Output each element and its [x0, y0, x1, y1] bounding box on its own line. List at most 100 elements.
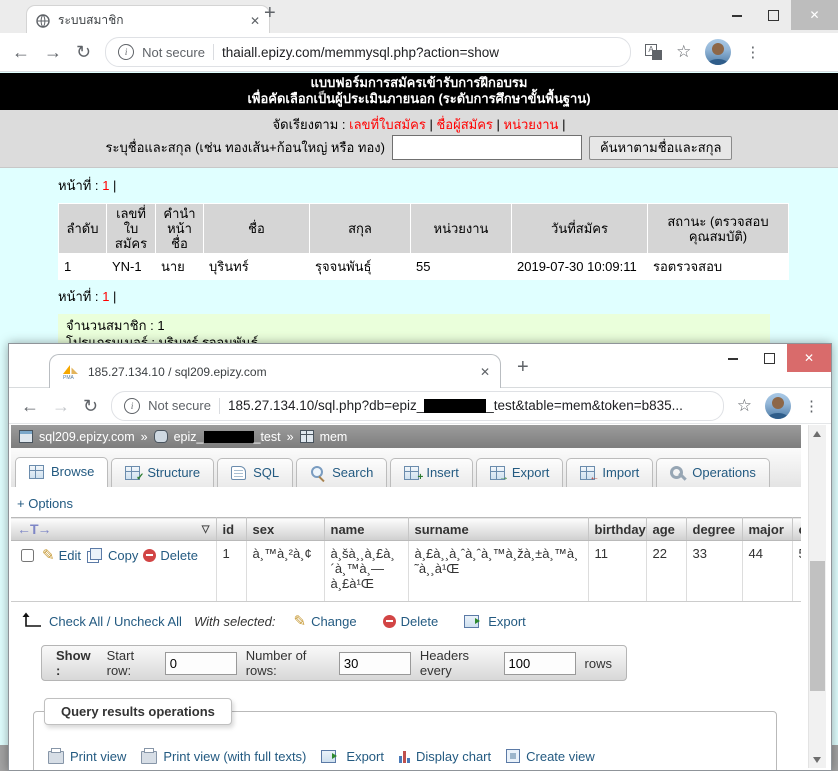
grid-col-sex[interactable]: sex	[246, 518, 324, 541]
top-back-button[interactable]: ←	[12, 43, 30, 61]
top-minimize-button[interactable]	[719, 0, 755, 30]
grid-col-or[interactable]: or	[792, 518, 801, 541]
edit-row-link[interactable]: ✎Edit	[42, 548, 81, 563]
grid-col-id[interactable]: id	[216, 518, 246, 541]
delete-label: Delete	[401, 614, 439, 629]
page-title-line1: แบบฟอร์มการสมัครเข้ารับการฝึกอบรม	[0, 75, 838, 91]
print-view-link[interactable]: Print view	[48, 748, 126, 764]
profile-avatar[interactable]	[705, 39, 731, 65]
breadcrumb-table-link[interactable]: mem	[320, 430, 348, 444]
options-toggle[interactable]: + Options	[17, 496, 73, 511]
sort-link-applicant-name[interactable]: ชื่อผู้สมัคร	[436, 117, 492, 132]
bottom-browser-tab[interactable]: PMA 185.27.134.10 / sql209.epizy.com ✕	[49, 354, 501, 388]
breadcrumb-server-link[interactable]: sql209.epizy.com	[39, 430, 135, 444]
info-icon[interactable]: i	[124, 398, 140, 414]
bottom-minimize-button[interactable]	[715, 344, 751, 372]
display-chart-link[interactable]: Display chart	[399, 749, 491, 764]
top-close-button[interactable]: ✕	[791, 0, 838, 30]
bottom-close-button[interactable]: ✕	[787, 344, 831, 372]
print-view-full-link[interactable]: Print view (with full texts)	[141, 748, 306, 764]
grid-col-name[interactable]: name	[324, 518, 408, 541]
bookmark-star-icon[interactable]: ☆	[676, 42, 691, 62]
grid-col-major[interactable]: major	[742, 518, 792, 541]
top-window-controls: ✕	[719, 0, 838, 30]
delete-icon	[383, 615, 396, 628]
number-of-rows-input[interactable]	[339, 652, 411, 675]
bottom-reload-button[interactable]: ↻	[83, 397, 98, 415]
browser-menu-icon[interactable]: ⋮	[745, 43, 760, 61]
scrollbar-up-arrow[interactable]	[809, 425, 826, 442]
top-reload-button[interactable]: ↻	[76, 43, 91, 61]
vertical-scrollbar[interactable]	[808, 425, 826, 768]
export-results-link[interactable]: Export	[321, 749, 384, 764]
bottom-url-text[interactable]: 185.27.134.10/sql.php?db=epiz__test&tabl…	[228, 398, 683, 413]
bottom-tab-close-icon[interactable]: ✕	[480, 366, 490, 378]
tab-structure[interactable]: ✓Structure	[111, 458, 214, 487]
search-by-name-button[interactable]: ค้นหาตามชื่อและสกุล	[589, 136, 733, 160]
create-view-link[interactable]: Create view	[506, 749, 595, 764]
grid-col-degree[interactable]: degree	[686, 518, 742, 541]
tab-browse[interactable]: Browse	[15, 457, 108, 487]
grid-col-surname[interactable]: surname	[408, 518, 588, 541]
sort-triangle-icon[interactable]: ▽	[202, 524, 210, 535]
delete-selected-link[interactable]: Delete	[383, 614, 439, 629]
tab-sql[interactable]: SQL	[217, 458, 293, 487]
print-view-full-label: Print view (with full texts)	[163, 749, 306, 764]
top-new-tab-button[interactable]: +	[264, 2, 276, 25]
page-number-link[interactable]: 1	[102, 289, 109, 304]
top-address-bar[interactable]: i Not secure thaiall.epizy.com/memmysql.…	[105, 37, 631, 67]
tab-import[interactable]: ←Import	[566, 458, 653, 487]
sort-link-agency[interactable]: หน่วยงาน	[504, 117, 559, 132]
top-tab-close-icon[interactable]: ✕	[250, 15, 260, 27]
grid-col-actions: ←T→ ▽	[11, 518, 216, 541]
cell-name: à¸šà¸¸à¸£à¸´à¸™à¸—à¸£à¹Œ	[324, 541, 408, 602]
profile-avatar[interactable]	[765, 393, 791, 419]
translate-icon[interactable]	[645, 44, 662, 60]
top-browser-tab[interactable]: ระบบสมาชิก ✕	[26, 5, 270, 35]
grid-col-age[interactable]: age	[646, 518, 686, 541]
info-icon[interactable]: i	[118, 44, 134, 60]
tab-operations[interactable]: Operations	[656, 458, 770, 487]
bottom-forward-button[interactable]: →	[52, 397, 70, 415]
redacted-url-fragment	[424, 399, 486, 413]
table-icon	[300, 430, 314, 443]
headers-every-input[interactable]	[504, 652, 576, 675]
sort-label: จัดเรียงตาม :	[273, 117, 346, 132]
change-selected-link[interactable]: ✎Change	[293, 614, 356, 629]
bottom-maximize-button[interactable]	[751, 344, 787, 372]
bookmark-star-icon[interactable]: ☆	[737, 396, 752, 416]
top-security-label: Not secure	[142, 45, 205, 60]
check-all-link[interactable]: Check All / Uncheck All	[49, 614, 182, 629]
tab-insert[interactable]: +Insert	[390, 458, 473, 487]
top-url-text[interactable]: thaiall.epizy.com/memmysql.php?action=sh…	[222, 45, 499, 60]
row-checkbox[interactable]	[21, 549, 34, 562]
browse-icon	[29, 465, 44, 479]
cell-order: 1	[59, 254, 106, 279]
top-forward-button[interactable]: →	[44, 43, 62, 61]
bottom-security-label: Not secure	[148, 398, 211, 413]
name-search-input[interactable]	[392, 135, 582, 160]
tab-search[interactable]: Search	[296, 458, 387, 487]
svg-text:PMA: PMA	[63, 375, 75, 380]
scrollbar-thumb[interactable]	[810, 561, 825, 691]
grid-col-birthday[interactable]: birthday	[588, 518, 646, 541]
delete-row-link[interactable]: Delete	[143, 548, 198, 563]
rows-suffix-label: rows	[585, 656, 612, 671]
col-application-no: เลขที่ใบสมัคร	[107, 204, 155, 253]
breadcrumb-database-link[interactable]: epiz__test	[174, 430, 281, 444]
bottom-new-tab-button[interactable]: +	[517, 356, 529, 379]
page-number-link[interactable]: 1	[102, 178, 109, 193]
top-maximize-button[interactable]	[755, 0, 791, 30]
browser-menu-icon[interactable]: ⋮	[804, 397, 819, 415]
scrollbar-down-arrow[interactable]	[809, 751, 826, 768]
sort-link-application-number[interactable]: เลขที่ใบสมัคร	[349, 117, 426, 132]
start-row-input[interactable]	[165, 652, 237, 675]
export-selected-link[interactable]: Export	[464, 614, 526, 629]
tab-export[interactable]: →Export	[476, 458, 564, 487]
column-nav-icon[interactable]: ←T→	[17, 521, 51, 537]
cell-id: 1	[216, 541, 246, 602]
copy-row-link[interactable]: Copy	[86, 548, 138, 563]
bottom-address-bar[interactable]: i Not secure 185.27.134.10/sql.php?db=ep…	[111, 391, 724, 421]
headers-every-label: Headers every	[420, 648, 495, 678]
bottom-back-button[interactable]: ←	[21, 397, 39, 415]
